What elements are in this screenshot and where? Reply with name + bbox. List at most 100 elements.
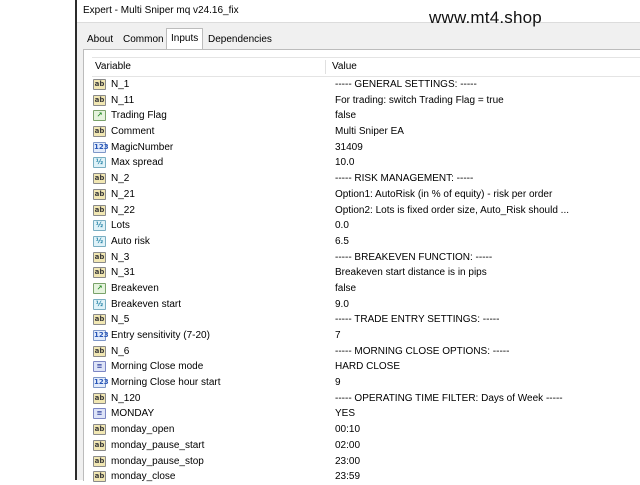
column-header-variable[interactable]: Variable bbox=[95, 58, 131, 76]
table-row[interactable]: ab monday_pause_stop 23:00 bbox=[92, 454, 640, 470]
variable-name: monday_close bbox=[111, 471, 176, 483]
string-type-icon: ab bbox=[93, 204, 106, 216]
table-row[interactable]: 123 MagicNumber 31409 bbox=[92, 140, 640, 156]
table-row[interactable]: ab N_1 ----- GENERAL SETTINGS: ----- bbox=[92, 77, 640, 93]
variable-value[interactable]: Multi Sniper EA bbox=[335, 124, 635, 140]
variable-value[interactable]: 9.0 bbox=[335, 297, 635, 313]
variable-name: Auto risk bbox=[111, 235, 150, 247]
variable-value[interactable]: 6.5 bbox=[335, 234, 635, 250]
variable-value[interactable]: 02:00 bbox=[335, 438, 635, 454]
table-row[interactable]: ab N_11 For trading: switch Trading Flag =… bbox=[92, 93, 640, 109]
double-type-icon: ½ bbox=[93, 235, 106, 247]
variable-name: monday_open bbox=[111, 424, 175, 436]
table-row[interactable]: ↗ Trading Flag false bbox=[92, 108, 640, 124]
table-row[interactable]: ≡ MONDAY YES bbox=[92, 406, 640, 422]
string-type-icon: ab bbox=[93, 424, 106, 436]
variable-name: N_120 bbox=[111, 392, 141, 404]
variable-value[interactable]: false bbox=[335, 281, 635, 297]
table-row[interactable]: ab N_22 Option2: Lots is fixed order size,… bbox=[92, 203, 640, 219]
table-row[interactable]: ab N_31 Breakeven start distance is in pip… bbox=[92, 265, 640, 281]
variable-value[interactable]: For trading: switch Trading Flag = true bbox=[335, 93, 635, 109]
table-row[interactable]: ab monday_close 23:59 bbox=[92, 469, 640, 485]
table-row[interactable]: ab N_120 ----- OPERATING TIME FILTER: Days… bbox=[92, 391, 640, 407]
inputs-table: Variable Value ab N_1 ----- GENERAL SETTIN… bbox=[92, 57, 640, 485]
variable-value[interactable]: Option2: Lots is fixed order size, Auto_… bbox=[335, 203, 635, 219]
variable-name: N_22 bbox=[111, 204, 135, 216]
title-bar[interactable]: Expert - Multi Sniper mq v24.16_fix www.… bbox=[77, 0, 640, 27]
variable-name: N_2 bbox=[111, 173, 130, 185]
table-row[interactable]: ½ Breakeven start 9.0 bbox=[92, 297, 640, 313]
variable-name: Breakeven bbox=[111, 282, 159, 294]
variable-value[interactable]: 23:59 bbox=[335, 469, 635, 485]
table-row[interactable]: ab monday_open 00:10 bbox=[92, 422, 640, 438]
table-row[interactable]: ab monday_pause_start 02:00 bbox=[92, 438, 640, 454]
variable-name: monday_pause_stop bbox=[111, 455, 204, 467]
table-row[interactable]: ≡ Morning Close mode HARD CLOSE bbox=[92, 359, 640, 375]
variable-name: N_1 bbox=[111, 79, 130, 90]
bool-type-icon: ↗ bbox=[93, 110, 106, 122]
bool-type-icon: ↗ bbox=[93, 282, 106, 294]
double-type-icon: ½ bbox=[93, 157, 106, 169]
variable-value[interactable]: 31409 bbox=[335, 140, 635, 156]
variable-value[interactable]: YES bbox=[335, 406, 635, 422]
table-row[interactable]: ab N_2 ----- RISK MANAGEMENT: ----- bbox=[92, 171, 640, 187]
variable-name: Entry sensitivity (7-20) bbox=[111, 330, 210, 341]
enum-type-icon: ≡ bbox=[93, 361, 106, 373]
variable-name: MONDAY bbox=[111, 408, 155, 420]
table-row[interactable]: ½ Max spread 10.0 bbox=[92, 155, 640, 171]
variable-value[interactable]: Option1: AutoRisk (in % of equity) - ris… bbox=[335, 187, 635, 203]
inputs-panel: Variable Value ab N_1 ----- GENERAL SETTIN… bbox=[83, 49, 640, 483]
variable-value[interactable]: 0.0 bbox=[335, 218, 635, 234]
integer-type-icon: 123 bbox=[93, 141, 109, 153]
variable-name: N_6 bbox=[111, 345, 130, 357]
table-row[interactable]: ab N_21 Option1: AutoRisk (in % of equity)… bbox=[92, 187, 640, 203]
variable-value[interactable]: 10.0 bbox=[335, 155, 635, 171]
table-row[interactable]: ↗ Breakeven false bbox=[92, 281, 640, 297]
variable-name: Lots bbox=[111, 220, 130, 232]
column-header-value[interactable]: Value bbox=[332, 58, 357, 76]
variable-name: Comment bbox=[111, 126, 155, 138]
variable-value[interactable]: 9 bbox=[335, 375, 635, 391]
variable-value[interactable]: 00:10 bbox=[335, 422, 635, 438]
variable-name: N_21 bbox=[111, 188, 135, 200]
variable-value[interactable]: Breakeven start distance is in pips bbox=[335, 265, 635, 281]
variable-value[interactable]: HARD CLOSE bbox=[335, 359, 635, 375]
string-type-icon: ab bbox=[93, 173, 106, 185]
variable-name: N_31 bbox=[111, 267, 135, 279]
variable-value[interactable]: 23:00 bbox=[335, 454, 635, 470]
variable-name: Morning Close hour start bbox=[111, 377, 221, 389]
table-row[interactable]: ½ Auto risk 6.5 bbox=[92, 234, 640, 250]
window-title: Expert - Multi Sniper mq v24.16_fix bbox=[83, 5, 239, 16]
tab-common[interactable]: Common bbox=[119, 31, 168, 49]
tab-about[interactable]: About bbox=[83, 31, 117, 49]
table-row[interactable]: ab Comment Multi Sniper EA bbox=[92, 124, 640, 140]
variable-value[interactable]: ----- RISK MANAGEMENT: ----- bbox=[335, 171, 635, 187]
variable-value[interactable]: ----- OPERATING TIME FILTER: Days of Wee… bbox=[335, 391, 635, 407]
table-row[interactable]: 123 Morning Close hour start 9 bbox=[92, 375, 640, 391]
table-row[interactable]: ½ Lots 0.0 bbox=[92, 218, 640, 234]
double-type-icon: ½ bbox=[93, 220, 106, 232]
table-row[interactable]: 123 Entry sensitivity (7-20) 7 bbox=[92, 328, 640, 344]
string-type-icon: ab bbox=[93, 455, 106, 467]
desktop-background bbox=[0, 0, 75, 480]
variable-value[interactable]: ----- BREAKEVEN FUNCTION: ----- bbox=[335, 250, 635, 266]
variable-name: Breakeven start bbox=[111, 298, 182, 310]
string-type-icon: ab bbox=[93, 79, 106, 90]
table-row[interactable]: ab N_6 ----- MORNING CLOSE OPTIONS: ----- bbox=[92, 344, 640, 360]
variable-value[interactable]: ----- MORNING CLOSE OPTIONS: ----- bbox=[335, 344, 635, 360]
tab-dependencies[interactable]: Dependencies bbox=[204, 31, 276, 49]
variable-name: Morning Close mode bbox=[111, 361, 204, 373]
variable-value[interactable]: ----- GENERAL SETTINGS: ----- bbox=[335, 77, 635, 93]
variable-value[interactable]: 7 bbox=[335, 328, 635, 344]
variable-value[interactable]: ----- TRADE ENTRY SETTINGS: ----- bbox=[335, 312, 635, 328]
tab-inputs[interactable]: Inputs bbox=[166, 28, 204, 50]
double-type-icon: ½ bbox=[93, 298, 106, 310]
table-row[interactable]: ab N_3 ----- BREAKEVEN FUNCTION: ----- bbox=[92, 250, 640, 266]
table-row[interactable]: ab N_5 ----- TRADE ENTRY SETTINGS: ----- bbox=[92, 312, 640, 328]
variable-name: Trading Flag bbox=[111, 110, 167, 122]
variable-name: monday_pause_start bbox=[111, 439, 205, 451]
integer-type-icon: 123 bbox=[93, 330, 109, 341]
variable-name: N_11 bbox=[111, 94, 135, 106]
variable-value[interactable]: false bbox=[335, 108, 635, 124]
column-divider[interactable] bbox=[325, 60, 326, 74]
